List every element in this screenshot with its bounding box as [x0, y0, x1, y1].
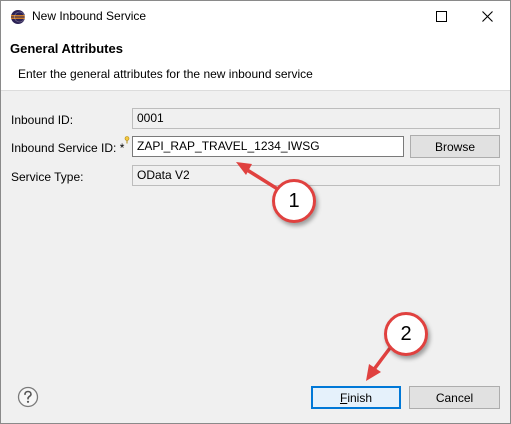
service-type-label: Service Type:	[11, 170, 84, 184]
close-window-button[interactable]	[464, 1, 510, 32]
callout-1: 1	[272, 179, 316, 223]
finish-button[interactable]: Finish	[311, 386, 401, 409]
inbound-service-id-input[interactable]: ZAPI_RAP_TRAVEL_1234_IWSG	[132, 136, 404, 157]
title-bar: New Inbound Service	[1, 1, 510, 32]
page-description: Enter the general attributes for the new…	[18, 67, 313, 81]
inbound-id-field: 0001	[132, 108, 500, 129]
browse-button[interactable]: Browse	[410, 135, 500, 158]
service-type-field: OData V2	[132, 165, 500, 186]
info-decorator-icon	[124, 136, 130, 144]
callout-2: 2	[384, 312, 428, 356]
close-icon	[481, 11, 493, 22]
cancel-button[interactable]: Cancel	[409, 386, 500, 409]
finish-label: inish	[347, 390, 373, 405]
maximize-button[interactable]	[418, 1, 464, 32]
eclipse-icon	[11, 10, 25, 24]
help-icon[interactable]	[17, 386, 39, 408]
dialog-window: New Inbound Service General Attributes E…	[0, 0, 511, 424]
finish-mnemonic: F	[339, 390, 348, 405]
window-title: New Inbound Service	[32, 9, 147, 23]
wizard-header: General Attributes Enter the general att…	[1, 32, 510, 91]
maximize-icon	[435, 11, 447, 22]
inbound-service-id-label: Inbound Service ID: *	[11, 141, 125, 155]
page-title: General Attributes	[10, 41, 123, 56]
inbound-id-label: Inbound ID:	[11, 113, 74, 127]
